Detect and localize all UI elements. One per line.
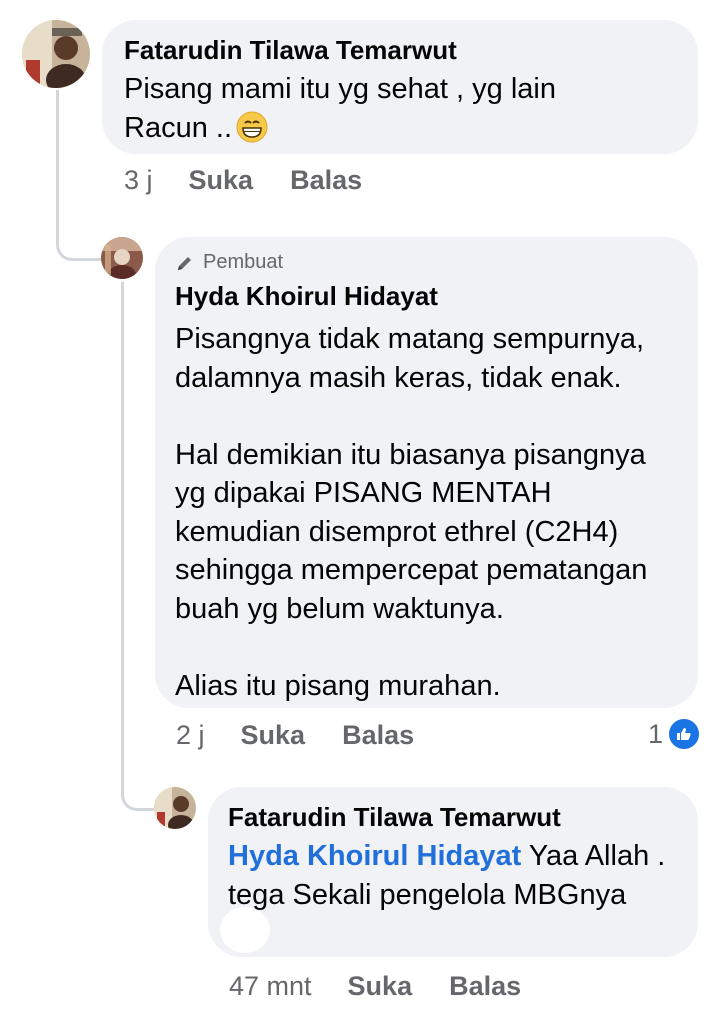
comment-text: Hyda Khoirul Hidayat Yaa Allah . tega Se…	[228, 837, 678, 914]
comment-timestamp[interactable]: 2 j	[176, 719, 205, 751]
avatar[interactable]	[154, 787, 196, 829]
author-badge: Pembuat	[175, 251, 678, 274]
reaction-count: 1	[648, 718, 664, 749]
reply-button[interactable]: Balas	[290, 164, 362, 196]
comment-meta: 47 mnt Suka Balas	[229, 970, 521, 1002]
comment-meta: 3 j Suka Balas	[124, 164, 362, 196]
like-button[interactable]: Suka	[189, 164, 254, 196]
mention-link[interactable]: Hyda Khoirul Hidayat	[228, 840, 521, 872]
reaction-summary[interactable]: 1	[648, 717, 702, 751]
comment-author[interactable]: Fatarudin Tilawa Temarwut	[228, 801, 678, 833]
comment-bubble: Fatarudin Tilawa Temarwut Pisang mami it…	[102, 20, 698, 154]
comment-bubble: Fatarudin Tilawa Temarwut Hyda Khoirul H…	[208, 787, 698, 957]
like-button[interactable]: Suka	[241, 719, 306, 751]
avatar[interactable]	[22, 20, 90, 88]
thread-connector-1	[56, 90, 103, 261]
badge-label: Pembuat	[203, 251, 284, 273]
comment-author[interactable]: Fatarudin Tilawa Temarwut	[124, 34, 678, 66]
comment-timestamp[interactable]: 3 j	[124, 164, 153, 196]
like-icon	[667, 717, 702, 751]
comment-text: Pisangnya tidak matang sempurnya, dalamn…	[175, 323, 648, 702]
reply-button[interactable]: Balas	[449, 970, 521, 1002]
comment-bubble: Pembuat Hyda Khoirul Hidayat Pisangnya t…	[155, 237, 698, 708]
reply-button[interactable]: Balas	[342, 719, 414, 751]
pencil-icon	[175, 253, 195, 273]
like-button[interactable]: Suka	[348, 970, 413, 1002]
thread-connector-3	[121, 740, 154, 811]
comment-timestamp[interactable]: 47 mnt	[229, 970, 312, 1002]
thread-connector-2-vertical	[121, 282, 124, 752]
comment-meta: 2 j Suka Balas	[176, 719, 414, 751]
comment-body: Pisang mami itu yg sehat , yg lain Racun…	[124, 73, 556, 144]
comment-author[interactable]: Hyda Khoirul Hidayat	[175, 280, 678, 312]
comment-decoration	[220, 907, 270, 953]
avatar[interactable]	[101, 237, 143, 279]
comment-text: Pisang mami itu yg sehat , yg lain Racun…	[124, 70, 678, 153]
grinning-face-icon	[236, 111, 268, 154]
